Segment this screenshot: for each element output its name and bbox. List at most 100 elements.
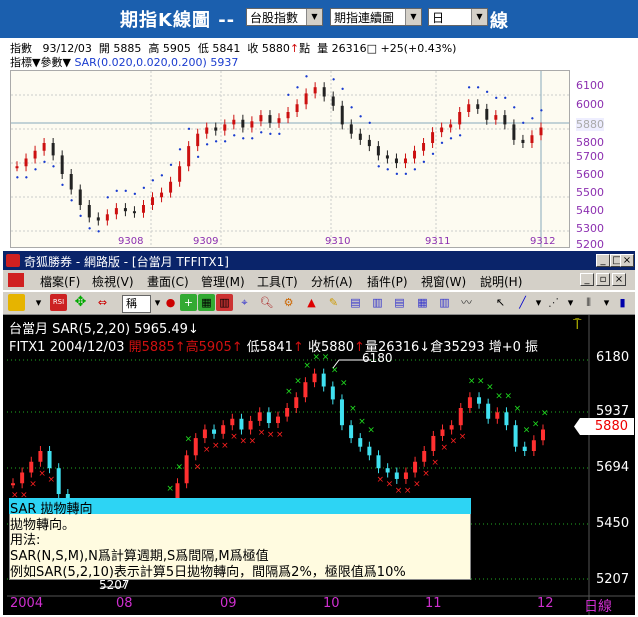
- sar-mark: •: [403, 170, 408, 179]
- menu-screen[interactable]: 畫面(C): [147, 273, 189, 290]
- candle-body: [358, 133, 362, 140]
- menu-tools[interactable]: 工具(T): [257, 273, 298, 290]
- quote-date: 2004/12/03: [49, 340, 125, 355]
- layout-3-icon[interactable]: ▤: [391, 294, 408, 311]
- candle-body: [114, 208, 118, 215]
- candle-body: [202, 429, 207, 439]
- minimize-button[interactable]: _: [596, 254, 610, 267]
- candle-body: [303, 382, 308, 398]
- menu-help[interactable]: 說明(H): [480, 273, 522, 290]
- child-close-button[interactable]: ×: [612, 273, 626, 286]
- sar-mark: •: [367, 119, 372, 128]
- menu-file[interactable]: 檔案(F): [40, 273, 80, 290]
- chevron-down-icon[interactable]: ▾: [562, 294, 579, 311]
- sar-mark: ×: [468, 376, 476, 386]
- top-indicator-line: 指標▼參數▼ SAR(0.020,0.020,0.200) 5937: [10, 54, 238, 70]
- candle-body: [322, 87, 326, 97]
- symbol-label: FITX1: [9, 340, 46, 355]
- period-combo[interactable]: 稱: [122, 295, 151, 313]
- candle-body: [431, 132, 435, 143]
- candle-body: [11, 483, 15, 486]
- sar-mark: ×: [221, 441, 229, 451]
- candle-body: [232, 119, 236, 125]
- menu-manage[interactable]: 管理(M): [201, 273, 245, 290]
- pin-icon[interactable]: ⍑: [573, 317, 581, 333]
- gear-icon[interactable]: ⚙: [280, 294, 297, 311]
- candle-body: [239, 418, 244, 430]
- record-icon[interactable]: ●: [162, 294, 179, 311]
- sar-mark: •: [485, 88, 490, 97]
- candle-body: [276, 416, 280, 424]
- candle-body: [440, 127, 444, 133]
- chart-icon[interactable]: ▥: [216, 294, 233, 311]
- chevron-down-icon[interactable]: ▾: [598, 294, 615, 311]
- pointer-icon[interactable]: ↖: [492, 294, 509, 311]
- doc-icon: [8, 273, 24, 287]
- trend-icon[interactable]: 〰: [458, 294, 475, 311]
- candle-body: [512, 124, 516, 140]
- candle-body: [51, 143, 55, 156]
- sar-mark: •: [114, 187, 119, 196]
- grid-lines-icon[interactable]: ⫴: [580, 294, 597, 311]
- rsi-icon[interactable]: RSI: [50, 294, 67, 311]
- menu-analysis[interactable]: 分析(A): [311, 273, 353, 290]
- menu-plugins[interactable]: 插件(P): [367, 273, 408, 290]
- param-label[interactable]: 參數: [40, 56, 62, 69]
- sar-mark: ×: [166, 484, 174, 494]
- table-icon[interactable]: ▦: [198, 294, 215, 311]
- main-x-tick: 09: [220, 596, 237, 611]
- candle-body: [60, 155, 64, 174]
- close-button[interactable]: ×: [620, 254, 634, 267]
- dropdown-icon[interactable]: ▾: [30, 294, 47, 311]
- menu-window[interactable]: 視窗(W): [421, 273, 466, 290]
- candle-body: [522, 446, 527, 451]
- zoom-icon[interactable]: 🔍︎: [258, 294, 275, 311]
- fan-icon[interactable]: ⋰: [545, 294, 562, 311]
- sar-params: SAR(0.020,0.020,0.200): [74, 56, 207, 69]
- candle-body: [339, 399, 344, 426]
- layout-4-icon[interactable]: ▦: [414, 294, 431, 311]
- layout-5-icon[interactable]: ▥: [436, 294, 453, 311]
- arrows-icon[interactable]: ⇔: [94, 294, 111, 311]
- sar-mark: ×: [422, 469, 430, 479]
- close-value: 5880: [261, 42, 290, 55]
- pen-icon[interactable]: ✎: [325, 294, 342, 311]
- candle-body: [96, 217, 100, 221]
- cursor-icon[interactable]: ⌖: [236, 294, 253, 311]
- top-y-tick: 5800: [576, 136, 604, 149]
- candle-body: [495, 412, 500, 419]
- sar-mark: ×: [239, 437, 247, 447]
- index-select[interactable]: 台股指數 ▼: [246, 8, 323, 26]
- candle-body: [214, 127, 218, 131]
- crosshair-icon[interactable]: ✥: [72, 294, 89, 311]
- sar-mark: ×: [367, 426, 375, 436]
- contract-select[interactable]: 期指連續圖 ▼: [330, 8, 422, 26]
- folder-icon[interactable]: [8, 294, 25, 311]
- layout-1-icon[interactable]: ▤: [347, 294, 364, 311]
- indicator-label[interactable]: 指標: [10, 56, 32, 69]
- period-select[interactable]: 日 ▼: [428, 8, 488, 26]
- candle-body: [367, 139, 371, 147]
- candle-body: [340, 105, 344, 125]
- candle-body: [87, 205, 91, 218]
- line-tool-icon[interactable]: ╱: [514, 294, 531, 311]
- top-y-tick: 5300: [576, 222, 604, 235]
- param-dropdown-icon[interactable]: ▼: [62, 56, 70, 69]
- sar-mark: ×: [541, 409, 549, 419]
- sar-mark: •: [214, 138, 219, 147]
- bars-icon[interactable]: ▮: [614, 294, 631, 311]
- top-current-value: 5880: [576, 118, 604, 131]
- child-restore-button[interactable]: ▫: [596, 273, 610, 286]
- alert-icon[interactable]: ▲: [303, 294, 320, 311]
- layout-2-icon[interactable]: ▥: [369, 294, 386, 311]
- sar-mark: ×: [175, 462, 183, 472]
- page-title: 期指K線圖 --: [120, 10, 236, 31]
- sar-mark: ×: [358, 417, 366, 427]
- child-minimize-button[interactable]: _: [580, 273, 594, 286]
- sar-mark: •: [539, 107, 544, 116]
- x-unit-label: 日線: [584, 599, 612, 615]
- menu-view[interactable]: 檢視(V): [92, 273, 134, 290]
- plus-icon[interactable]: +: [180, 294, 197, 311]
- main-y-tick: 5207: [596, 572, 630, 587]
- sar-mark: •: [132, 190, 137, 199]
